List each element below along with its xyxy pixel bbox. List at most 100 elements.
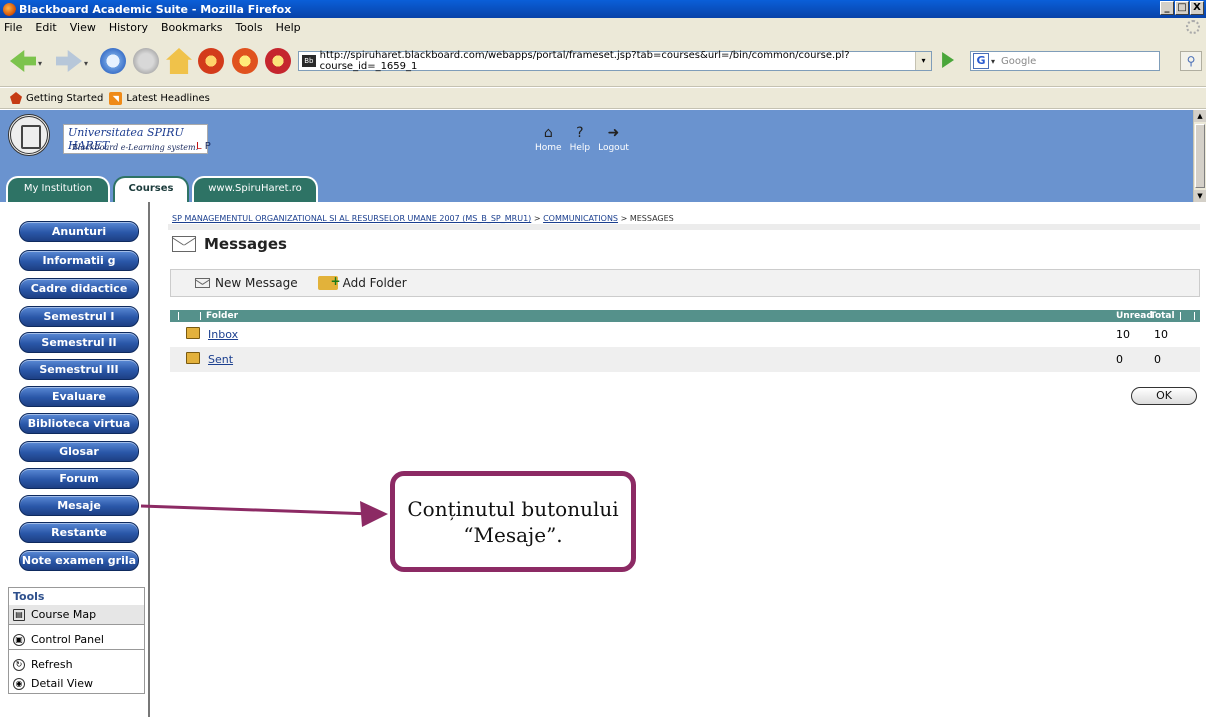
- menu-button-cadre-didactice[interactable]: Cadre didactice: [19, 278, 139, 299]
- tool-detail-view[interactable]: ◉ Detail View: [9, 674, 144, 693]
- back-icon[interactable]: [10, 50, 36, 72]
- menu-button-note-examen[interactable]: Note examen grila: [19, 550, 139, 571]
- address-dropdown-icon[interactable]: ▾: [915, 52, 931, 70]
- go-icon[interactable]: [942, 52, 954, 68]
- column-folder[interactable]: Folder: [206, 310, 238, 322]
- tool-label: Control Panel: [31, 633, 104, 646]
- forward-icon[interactable]: [56, 50, 82, 72]
- tool-control-panel[interactable]: ▣ Control Panel: [9, 630, 144, 649]
- menu-button-biblioteca[interactable]: Biblioteca virtua: [19, 413, 139, 434]
- menu-button-semestrul-1[interactable]: Semestrul I: [19, 306, 139, 327]
- close-button[interactable]: X: [1190, 1, 1204, 15]
- header-scrollbar[interactable]: ▲ ▼: [1193, 110, 1206, 202]
- menu-button-semestrul-2[interactable]: Semestrul II: [19, 332, 139, 353]
- header-separator: [1180, 312, 1181, 320]
- menu-bookmarks[interactable]: Bookmarks: [161, 21, 222, 34]
- breadcrumb: SP MANAGEMENTUL ORGANIZATIONAL SI AL RES…: [172, 214, 674, 223]
- toolbar-addon-icon-2[interactable]: [232, 48, 258, 74]
- folder-link-sent[interactable]: Sent: [208, 353, 233, 366]
- column-unread[interactable]: Unread: [1116, 310, 1153, 322]
- back-dropdown-icon[interactable]: ▾: [38, 59, 42, 68]
- university-subtitle: Blackboard e-Learning system.: [72, 143, 199, 152]
- stop-icon[interactable]: [133, 48, 159, 74]
- menu-edit[interactable]: Edit: [35, 21, 56, 34]
- new-message-button[interactable]: New Message: [195, 276, 298, 290]
- page-title-area: Messages: [172, 235, 287, 253]
- folders-table: Folder Unread Total Inbox 10 10 Sent 0 0: [170, 310, 1200, 372]
- nav-logout-label: Logout: [598, 143, 629, 153]
- google-engine-icon[interactable]: G: [973, 53, 989, 69]
- toolbar-addon-icon-1[interactable]: [198, 48, 224, 74]
- callout-line-1: Conținutul butonului: [407, 496, 619, 521]
- unread-count: 0: [1116, 353, 1123, 366]
- add-folder-button[interactable]: Add Folder: [317, 274, 407, 290]
- window-controls: _ □ X: [1160, 1, 1204, 15]
- engine-dropdown-icon[interactable]: ▾: [991, 57, 995, 66]
- menu-file[interactable]: File: [4, 21, 22, 34]
- total-count: 0: [1154, 353, 1161, 366]
- tool-refresh[interactable]: ↻ Refresh: [9, 655, 144, 674]
- menu-button-informatii[interactable]: Informatii g: [19, 250, 139, 271]
- forward-dropdown-icon[interactable]: ▾: [84, 59, 88, 68]
- maximize-button[interactable]: □: [1175, 1, 1189, 15]
- course-map-icon: ▤: [13, 608, 25, 621]
- university-logo: Universitatea SPIRU HARET Blackboard e-L…: [8, 114, 208, 156]
- firefox-icon: [3, 2, 16, 16]
- home-icon: ⌂: [543, 125, 553, 141]
- bookmark-label: Getting Started: [26, 92, 104, 104]
- menu-button-glosar[interactable]: Glosar: [19, 441, 139, 462]
- site-favicon-icon: Bb: [302, 55, 316, 67]
- tool-course-map[interactable]: ▤ Course Map: [9, 605, 144, 624]
- minimize-button[interactable]: _: [1160, 1, 1174, 15]
- menu-button-anunturi[interactable]: Anunturi: [19, 221, 139, 242]
- page-title: Messages: [204, 235, 287, 253]
- tab-my-institution[interactable]: My Institution: [6, 176, 110, 202]
- menu-button-forum[interactable]: Forum: [19, 468, 139, 489]
- user-initial-l: L: [196, 141, 202, 152]
- toolbar-addon-icon-3[interactable]: [265, 48, 291, 74]
- reload-icon[interactable]: [100, 48, 126, 74]
- menu-history[interactable]: History: [109, 21, 148, 34]
- tool-label: Detail View: [31, 677, 94, 690]
- table-row: Sent 0 0: [170, 347, 1200, 372]
- bookmark-getting-started[interactable]: Getting Started: [10, 92, 103, 104]
- bookmark-latest-headlines[interactable]: ◥ Latest Headlines: [109, 91, 210, 105]
- tab-courses[interactable]: Courses: [113, 176, 189, 202]
- nav-help[interactable]: ? Help: [569, 126, 591, 154]
- breadcrumb-course-link[interactable]: SP MANAGEMENTUL ORGANIZATIONAL SI AL RES…: [172, 214, 531, 223]
- folder-link-inbox[interactable]: Inbox: [208, 328, 238, 341]
- add-folder-label: Add Folder: [342, 276, 407, 290]
- breadcrumb-communications-link[interactable]: COMMUNICATIONS: [543, 214, 618, 223]
- column-total[interactable]: Total: [1150, 310, 1175, 322]
- course-menu-frame: Anunturi Informatii g Cadre didactice Se…: [0, 202, 150, 717]
- search-box[interactable]: G ▾ Google: [970, 51, 1160, 71]
- user-initials: L P: [196, 141, 211, 152]
- tool-label: Refresh: [31, 658, 73, 671]
- tools-panel: Tools ▤ Course Map ▣ Control Panel ↻ Ref…: [8, 587, 145, 694]
- envelope-icon: [172, 236, 196, 252]
- scroll-up-icon[interactable]: ▲: [1194, 110, 1206, 122]
- add-folder-icon: [317, 274, 341, 290]
- menu-button-mesaje[interactable]: Mesaje: [19, 495, 139, 516]
- menu-button-evaluare[interactable]: Evaluare: [19, 386, 139, 407]
- breadcrumb-current: MESSAGES: [629, 214, 674, 223]
- search-icon[interactable]: ⚲: [1180, 51, 1202, 71]
- table-header: Folder Unread Total: [170, 310, 1200, 322]
- menu-button-semestrul-3[interactable]: Semestrul III: [19, 359, 139, 380]
- menu-help[interactable]: Help: [276, 21, 301, 34]
- home-icon[interactable]: [166, 48, 192, 74]
- menubar: File Edit View History Bookmarks Tools H…: [0, 18, 1206, 37]
- menu-view[interactable]: View: [70, 21, 96, 34]
- address-bar[interactable]: Bb http://spiruharet.blackboard.com/weba…: [298, 50, 932, 72]
- menu-tools[interactable]: Tools: [235, 21, 262, 34]
- logout-icon: ➜: [607, 125, 620, 141]
- ok-button[interactable]: OK: [1131, 387, 1197, 405]
- scroll-thumb[interactable]: [1195, 124, 1205, 188]
- nav-help-label: Help: [569, 143, 591, 153]
- scroll-down-icon[interactable]: ▼: [1194, 190, 1206, 202]
- menu-button-restante[interactable]: Restante: [19, 522, 139, 543]
- nav-logout[interactable]: ➜ Logout: [598, 125, 629, 154]
- tab-spiruharet[interactable]: www.SpiruHaret.ro: [192, 176, 318, 202]
- detail-view-icon: ◉: [13, 677, 25, 690]
- nav-home[interactable]: ⌂ Home: [535, 125, 562, 154]
